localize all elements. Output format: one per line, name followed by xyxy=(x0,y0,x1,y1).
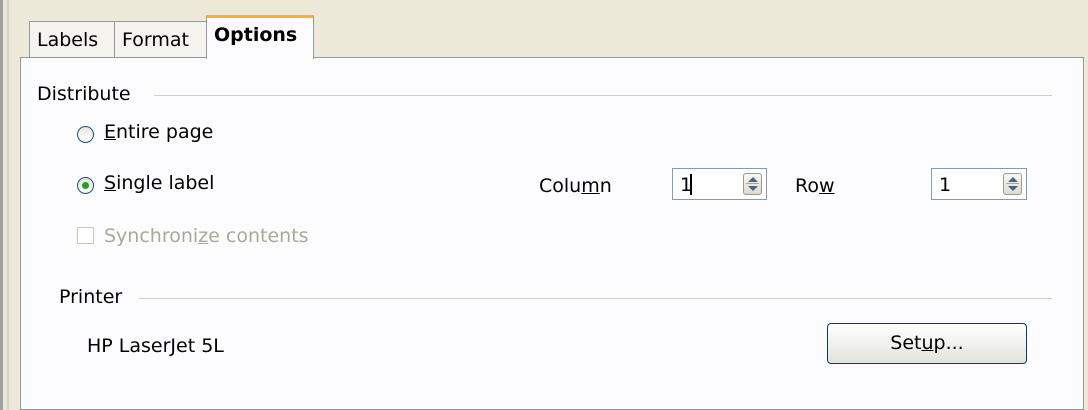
column-mnemonic: m xyxy=(581,175,600,197)
single-label-label[interactable]: Single label xyxy=(104,172,214,194)
tab-format[interactable]: Format xyxy=(114,21,207,57)
tab-format-label: Format xyxy=(122,29,189,51)
entire-page-label[interactable]: Entire page xyxy=(104,121,213,143)
row-label: Row xyxy=(795,175,835,197)
single-label-radio[interactable] xyxy=(77,177,94,194)
printer-heading: Printer xyxy=(59,286,123,308)
tab-labels[interactable]: Labels xyxy=(29,21,115,57)
window-edge xyxy=(0,0,3,410)
tab-options-label: Options xyxy=(214,24,298,46)
tab-labels-label: Labels xyxy=(37,29,99,51)
setup-button[interactable]: Setup... xyxy=(827,323,1027,364)
spin-down-icon[interactable] xyxy=(748,186,758,191)
synchronize-mnemonic: z xyxy=(198,225,209,247)
tab-options[interactable]: Options xyxy=(206,15,314,59)
window-edge-inner xyxy=(7,0,9,410)
spin-down-icon[interactable] xyxy=(1008,186,1018,191)
text-caret xyxy=(690,174,692,195)
column-spinbox[interactable]: 1 xyxy=(672,168,767,200)
setup-mnemonic: u xyxy=(921,332,934,354)
spin-up-icon[interactable] xyxy=(748,177,758,182)
column-spin-buttons[interactable] xyxy=(743,173,762,195)
distribute-separator xyxy=(154,95,1052,96)
radio-selected-dot xyxy=(82,182,89,189)
row-value: 1 xyxy=(939,174,952,196)
printer-name: HP LaserJet 5L xyxy=(87,335,224,357)
spin-divider xyxy=(746,183,759,184)
entire-page-mnemonic: E xyxy=(104,121,117,143)
options-panel: Distribute Entire page Single label Sync… xyxy=(20,57,1084,410)
entire-page-radio[interactable] xyxy=(77,126,94,143)
column-label: Column xyxy=(539,175,612,197)
single-label-mnemonic: S xyxy=(104,172,117,194)
distribute-heading: Distribute xyxy=(37,83,131,105)
printer-separator xyxy=(139,298,1052,299)
row-spinbox[interactable]: 1 xyxy=(931,168,1027,200)
synchronize-contents-label: Synchronize contents xyxy=(104,225,309,247)
row-mnemonic: w xyxy=(818,175,835,197)
row-spin-buttons[interactable] xyxy=(1003,173,1022,195)
synchronize-contents-checkbox[interactable] xyxy=(77,227,94,244)
spin-up-icon[interactable] xyxy=(1008,177,1018,182)
spin-divider xyxy=(1006,183,1019,184)
